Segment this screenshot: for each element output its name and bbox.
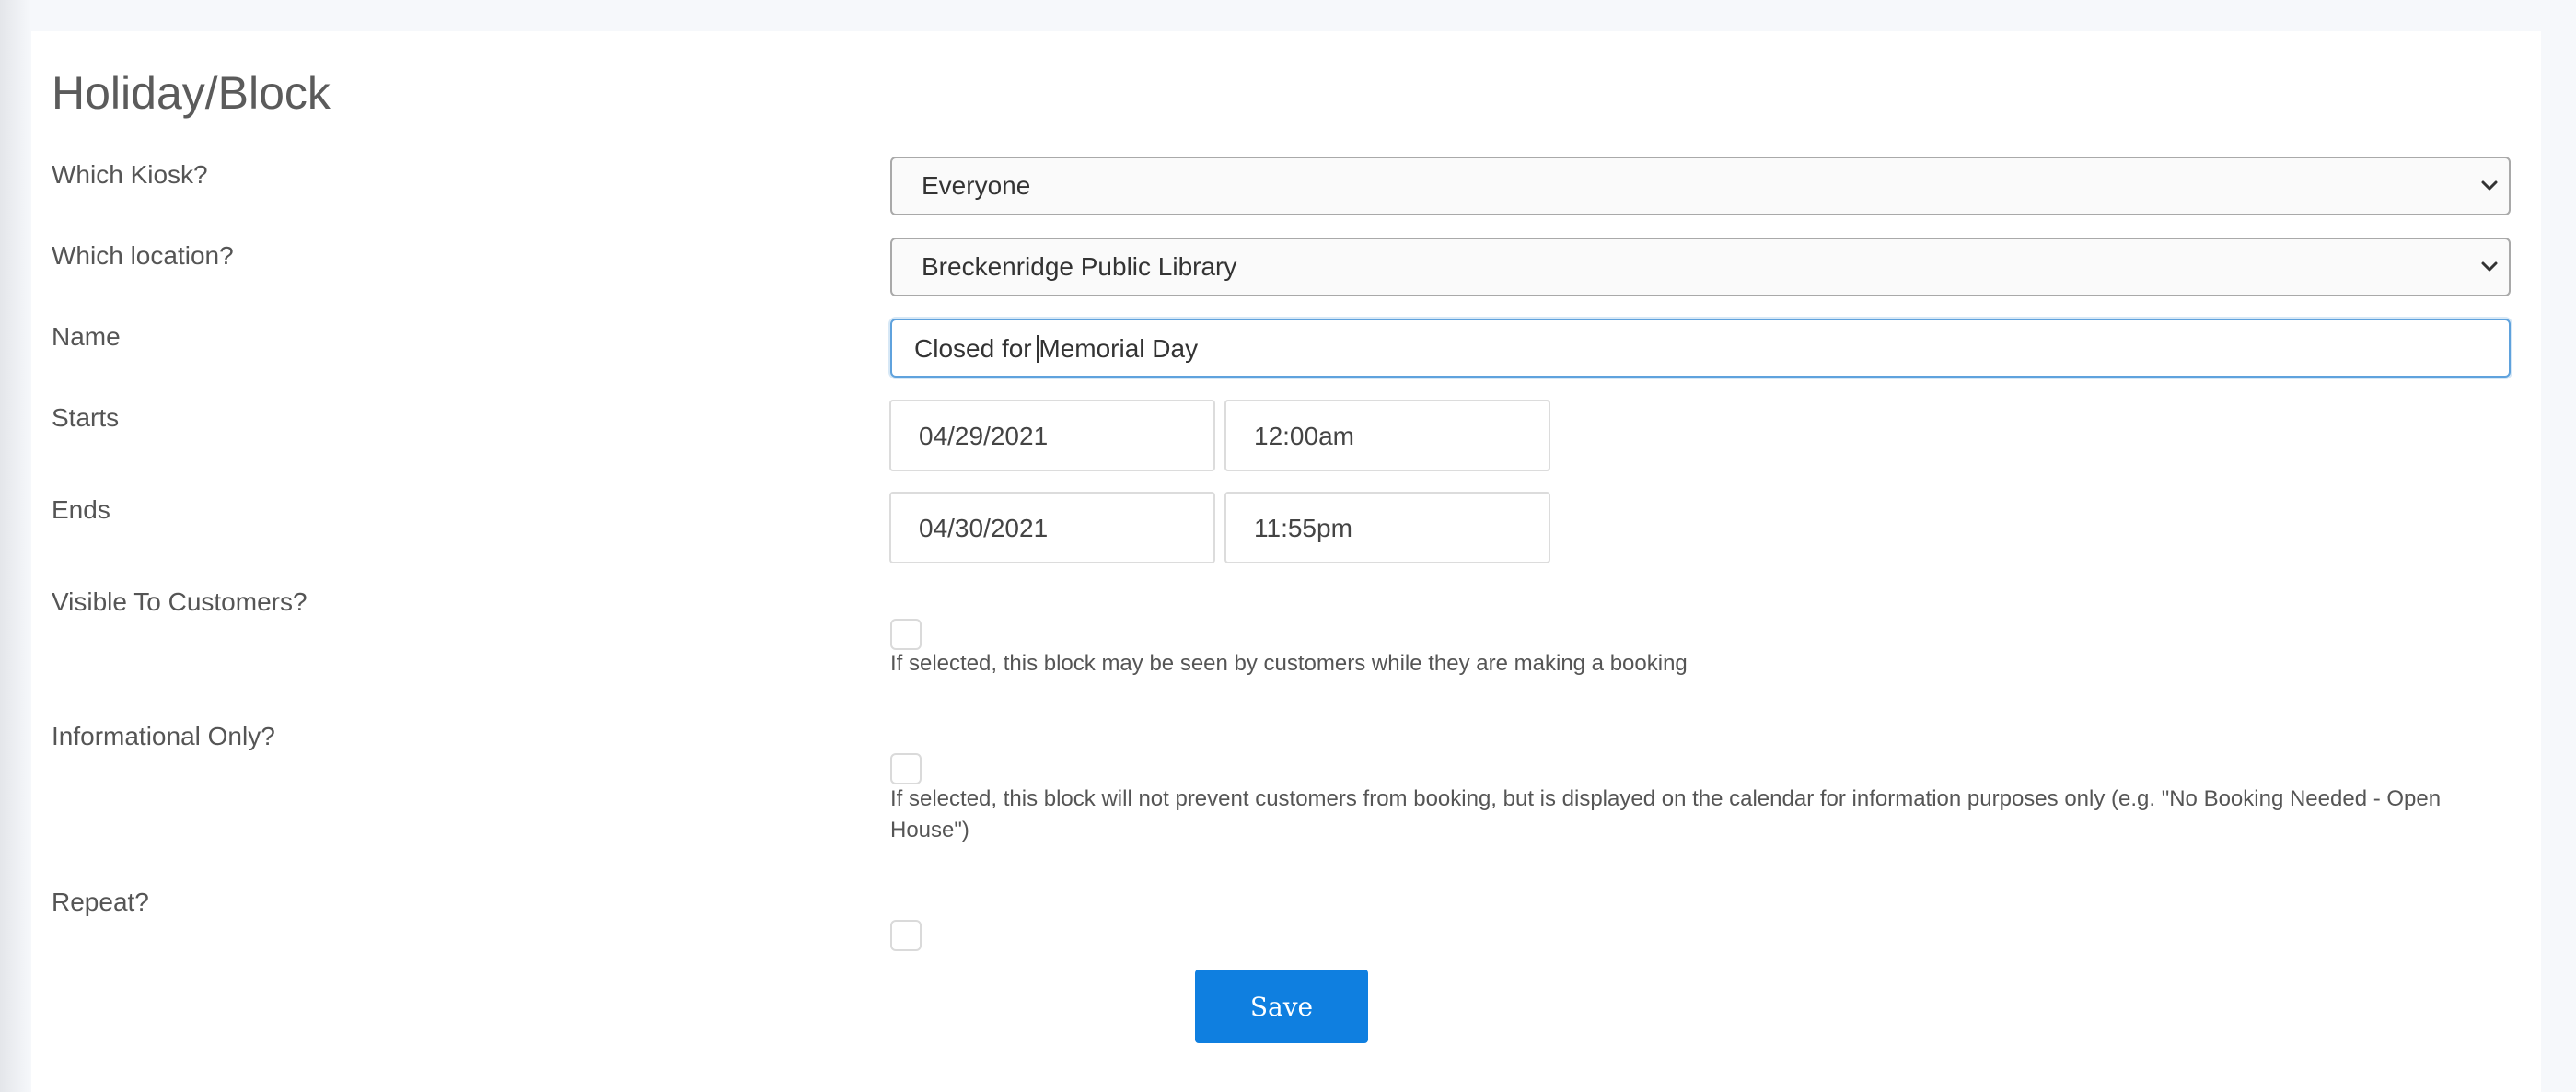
visible-checkbox[interactable] [890,619,922,650]
start-date-value: 04/29/2021 [919,422,1049,450]
repeat-checkbox[interactable] [890,920,922,951]
visible-label: Visible To Customers? [52,587,307,616]
starts-label: Starts [52,403,120,432]
page-edge-shadow [0,0,31,1092]
chevron-down-icon [2481,261,2498,272]
informational-help-text: If selected, this block will not prevent… [890,786,2442,842]
informational-checkbox[interactable] [890,753,922,784]
end-time-value: 11:55pm [1254,514,1352,542]
start-time-input[interactable]: 12:00am [1224,400,1550,471]
informational-label: Informational Only? [52,722,275,750]
repeat-label: Repeat? [52,888,149,916]
kiosk-label: Which Kiosk? [52,160,208,189]
save-button[interactable]: Save [1195,970,1368,1043]
name-input-value: Closed for Memorial Day [914,334,1199,363]
end-date-value: 04/30/2021 [919,514,1049,542]
page-title: Holiday/Block [52,67,331,119]
location-select-value: Breckenridge Public Library [922,252,1237,281]
chevron-down-icon [2481,180,2498,191]
ends-label: Ends [52,495,110,524]
kiosk-select[interactable]: Everyone [890,157,2511,215]
start-time-value: 12:00am [1254,422,1354,450]
text-cursor [1037,335,1039,363]
end-time-input[interactable]: 11:55pm [1224,492,1550,563]
location-select[interactable]: Breckenridge Public Library [890,238,2511,296]
start-date-input[interactable]: 04/29/2021 [889,400,1215,471]
end-date-input[interactable]: 04/30/2021 [889,492,1215,563]
location-label: Which location? [52,241,234,270]
kiosk-select-value: Everyone [922,171,1031,200]
visible-help-text: If selected, this block may be seen by c… [890,651,1688,676]
name-input[interactable]: Closed for Memorial Day [890,319,2511,378]
name-label: Name [52,322,121,351]
